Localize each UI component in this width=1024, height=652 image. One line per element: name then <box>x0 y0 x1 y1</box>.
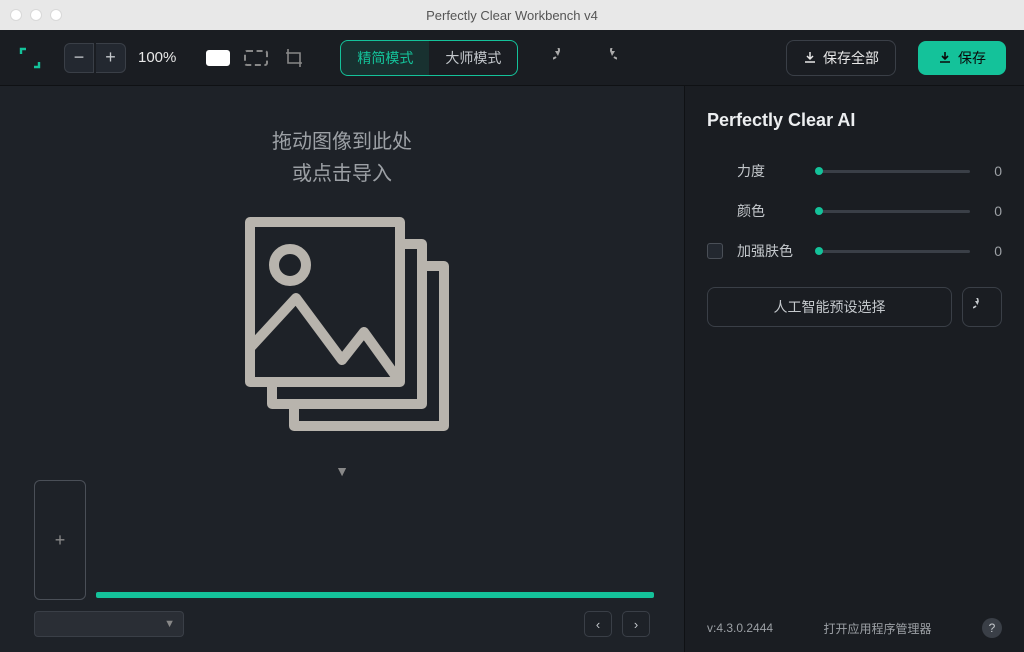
add-image-button[interactable]: + <box>34 480 86 600</box>
open-app-manager-link[interactable]: 打开应用程序管理器 <box>824 620 932 637</box>
help-button[interactable]: ? <box>982 618 1002 638</box>
zoom-controls: − + 100% <box>64 43 192 73</box>
window-title: Perfectly Clear Workbench v4 <box>426 8 598 23</box>
maximize-window-button[interactable] <box>50 9 62 21</box>
undo-icon <box>973 298 991 316</box>
zoom-out-button[interactable]: − <box>64 43 94 73</box>
save-button[interactable]: 保存 <box>918 41 1006 75</box>
version-label: v:4.3.0.2444 <box>707 621 773 635</box>
skintone-checkbox[interactable] <box>707 243 723 259</box>
slider-value: 0 <box>982 163 1002 179</box>
slider-label: 颜色 <box>737 201 807 221</box>
minimize-window-button[interactable] <box>30 9 42 21</box>
slider-row-color: 颜色 0 <box>707 201 1002 221</box>
skintone-slider[interactable] <box>819 250 970 253</box>
undo-button[interactable] <box>552 46 576 70</box>
slider-value: 0 <box>982 243 1002 259</box>
redo-button[interactable] <box>594 46 618 70</box>
window-titlebar: Perfectly Clear Workbench v4 <box>0 0 1024 30</box>
next-image-button[interactable]: › <box>622 611 650 637</box>
slider-value: 0 <box>982 203 1002 219</box>
prev-image-button[interactable]: ‹ <box>584 611 612 637</box>
color-slider[interactable] <box>819 210 970 213</box>
caret-down-icon: ▼ <box>335 463 349 479</box>
mode-master-tab[interactable]: 大师模式 <box>429 41 517 75</box>
view-single-button[interactable] <box>204 48 232 68</box>
main-area: 拖动图像到此处 或点击导入 ▼ + <box>0 86 1024 652</box>
slider-label: 加强肤色 <box>737 241 807 261</box>
reset-button[interactable] <box>962 287 1002 327</box>
save-label: 保存 <box>958 48 986 68</box>
app-logo-icon <box>18 46 42 70</box>
strength-slider[interactable] <box>819 170 970 173</box>
save-all-label: 保存全部 <box>823 48 879 68</box>
traffic-lights <box>10 9 62 21</box>
drop-hint-text: 拖动图像到此处 或点击导入 <box>272 126 412 190</box>
ai-preset-select-button[interactable]: 人工智能预设选择 <box>707 287 952 327</box>
slider-label: 力度 <box>737 161 807 181</box>
right-panel: Perfectly Clear AI 力度 0 颜色 0 加强肤色 0 人工智能… <box>684 86 1024 652</box>
preset-button-row: 人工智能预设选择 <box>707 287 1002 327</box>
view-crop-button[interactable] <box>280 48 308 68</box>
panel-title: Perfectly Clear AI <box>707 110 1002 131</box>
drop-zone[interactable]: 拖动图像到此处 或点击导入 ▼ <box>30 106 654 479</box>
slider-row-strength: 力度 0 <box>707 161 1002 181</box>
bottom-bar: ▼ ‹ › <box>30 606 654 642</box>
zoom-value: 100% <box>138 49 176 66</box>
preset-dropdown[interactable]: ▼ <box>34 611 184 637</box>
zoom-in-button[interactable]: + <box>96 43 126 73</box>
view-mode-group <box>204 48 308 68</box>
slider-row-skintone: 加强肤色 0 <box>707 241 1002 261</box>
download-icon <box>938 51 952 65</box>
panel-footer: v:4.3.0.2444 打开应用程序管理器 ? <box>707 618 1002 638</box>
mode-simple-tab[interactable]: 精简模式 <box>341 41 429 75</box>
save-all-button[interactable]: 保存全部 <box>786 40 896 76</box>
mode-segmented-control: 精简模式 大师模式 <box>340 40 518 76</box>
download-icon <box>803 51 817 65</box>
close-window-button[interactable] <box>10 9 22 21</box>
toolbar: − + 100% 精简模式 大师模式 保存全部 保存 <box>0 30 1024 86</box>
strip-scrollbar[interactable] <box>96 592 654 598</box>
undo-redo-group <box>552 46 618 70</box>
images-stack-icon <box>232 210 452 445</box>
view-split-button[interactable] <box>242 48 270 68</box>
thumbnail-strip: + <box>30 479 654 600</box>
canvas-area: 拖动图像到此处 或点击导入 ▼ + <box>0 86 684 652</box>
